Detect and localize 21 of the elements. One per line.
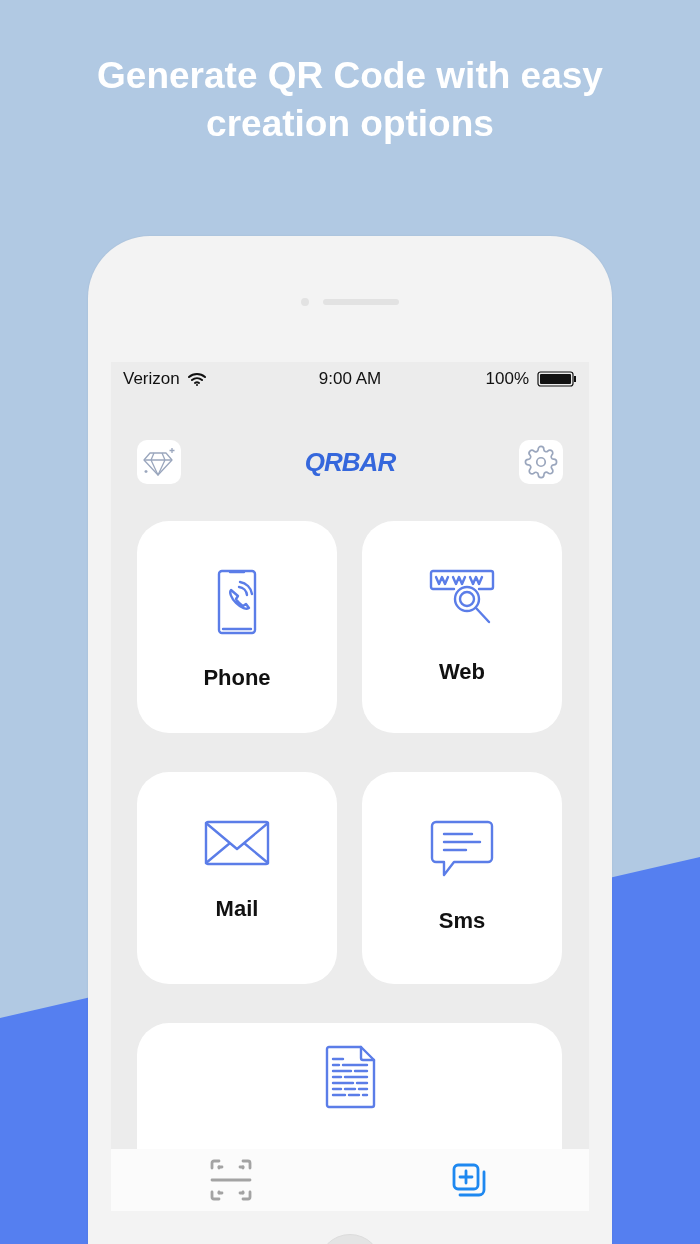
add-copy-icon <box>451 1162 488 1198</box>
carrier-name: Verizon <box>123 369 180 389</box>
clock-time: 9:00 AM <box>318 369 382 389</box>
chat-bubble-icon <box>430 820 494 878</box>
category-card[interactable]: Phone <box>137 521 337 733</box>
scan-icon <box>209 1159 252 1201</box>
document-icon <box>323 1045 376 1109</box>
smartphone-call-icon <box>217 569 257 635</box>
app-logo: QRBAR <box>304 446 396 478</box>
category-card[interactable]: Web <box>362 521 562 733</box>
settings-icon <box>524 445 558 479</box>
headline: Generate QR Code with easy creation options <box>96 54 604 146</box>
battery-icon <box>537 371 577 387</box>
category-card[interactable]: Mail <box>137 772 337 984</box>
envelope-icon <box>204 820 270 866</box>
wifi-icon <box>187 372 206 386</box>
premium-button[interactable] <box>137 440 181 484</box>
settings-button[interactable] <box>519 440 563 484</box>
category-card[interactable]: Sms <box>362 772 562 984</box>
battery-percent: 100% <box>485 369 529 389</box>
diamond-icon <box>142 447 176 477</box>
